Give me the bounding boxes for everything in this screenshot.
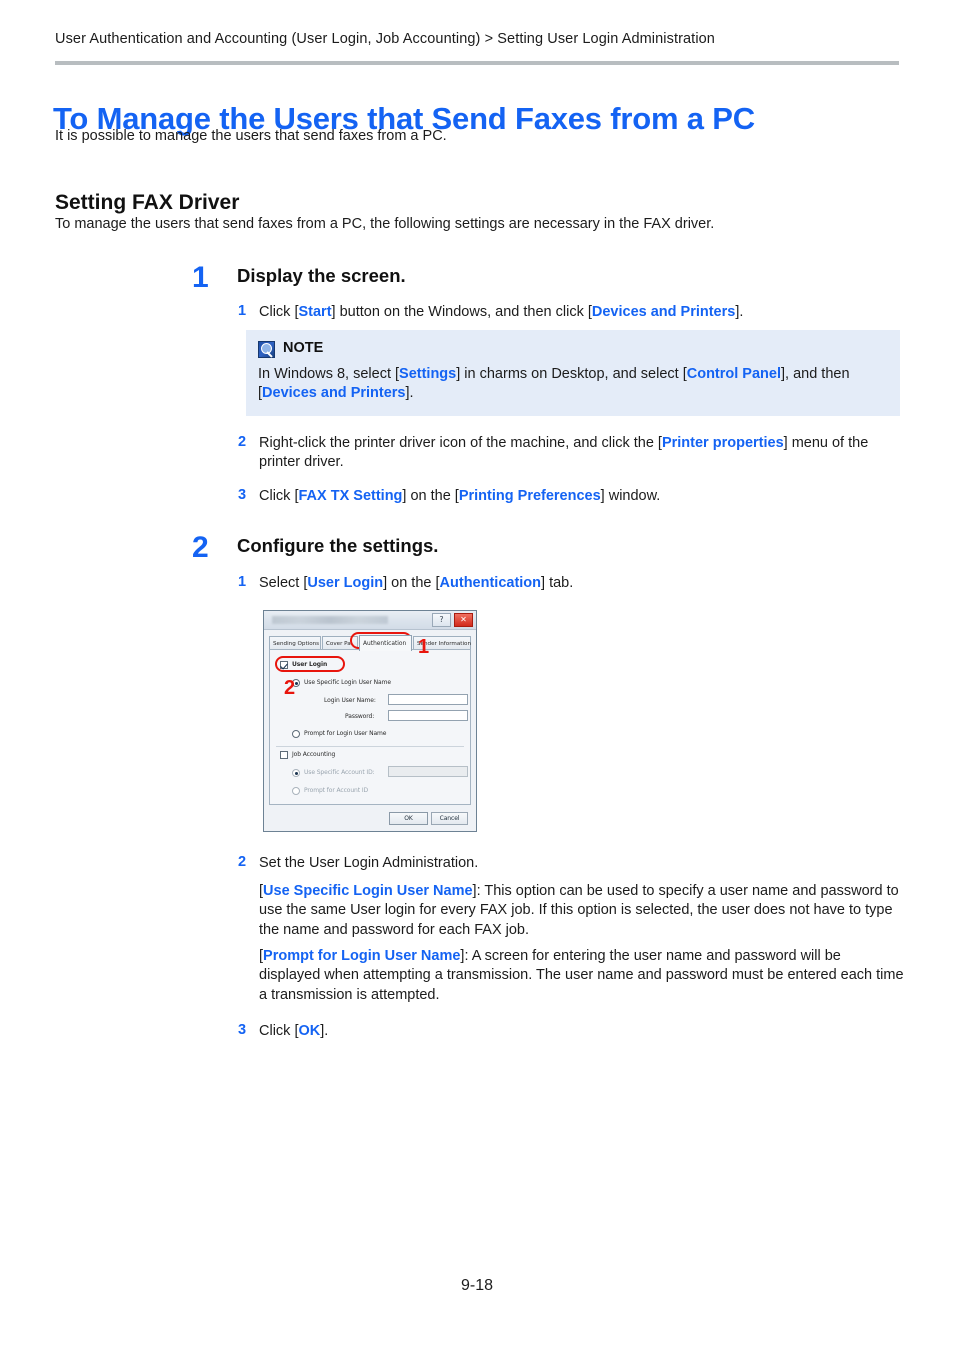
- section-heading: Setting FAX Driver: [55, 191, 240, 215]
- step-2-sub-2-lead: Set the User Login Administration.: [259, 855, 479, 871]
- step-2-sub-2-number: 2: [238, 854, 247, 870]
- prompt-for-account-id-label: Prompt for Account ID: [304, 787, 369, 794]
- annotation-number-1: 1: [418, 636, 430, 658]
- page-intro: It is possible to manage the users that …: [55, 128, 447, 144]
- user-login-checkbox[interactable]: [280, 661, 288, 669]
- step-2-number: 2: [192, 531, 209, 564]
- step-1-title: Display the screen.: [237, 265, 406, 286]
- step-1-sub-2-number: 2: [238, 434, 247, 450]
- password-label: Password:: [345, 713, 375, 720]
- header-divider: [55, 61, 899, 65]
- step-1-sub-3-text: Click [FAX TX Setting] on the [Printing …: [259, 488, 661, 504]
- step-2-sub-1-number: 1: [238, 574, 247, 590]
- dialog-cancel-button[interactable]: Cancel: [431, 812, 468, 825]
- dialog-title-text: [272, 616, 388, 624]
- prompt-for-login-user-name-radio[interactable]: [292, 730, 300, 738]
- login-user-name-label: Login User Name:: [324, 697, 376, 704]
- dialog-separator: [276, 746, 464, 747]
- job-accounting-label: Job Accounting: [292, 751, 336, 758]
- dialog-titlebar: ? ✕: [264, 611, 476, 630]
- step-1-sub-2-text: Right-click the printer driver icon of t…: [259, 435, 869, 471]
- step-2-sub-3-text: Click [OK].: [259, 1023, 329, 1039]
- prompt-for-account-id-radio[interactable]: [292, 787, 300, 795]
- job-accounting-checkbox[interactable]: [280, 751, 288, 759]
- step-2-sub-3-number: 3: [238, 1022, 247, 1038]
- use-specific-account-id-label: Use Specific Account ID:: [304, 769, 375, 776]
- password-input[interactable]: [388, 710, 468, 721]
- section-description: To manage the users that send faxes from…: [55, 216, 715, 232]
- tab-authentication[interactable]: Authentication: [359, 635, 412, 651]
- document-page: User Authentication and Accounting (User…: [0, 0, 954, 1350]
- breadcrumb: User Authentication and Accounting (User…: [55, 31, 715, 47]
- dialog-ok-button[interactable]: OK: [389, 812, 428, 825]
- note-body: In Windows 8, select [Settings] in charm…: [258, 366, 850, 402]
- note-title: NOTE: [283, 340, 324, 356]
- step-1-sub-3-number: 3: [238, 487, 247, 503]
- login-user-name-input[interactable]: [388, 694, 468, 705]
- step-1-sub-1-number: 1: [238, 303, 247, 319]
- step-2-title: Configure the settings.: [237, 535, 439, 556]
- note-box: NOTE In Windows 8, select [Settings] in …: [246, 330, 900, 416]
- step-2-sub-2-para-2: [Prompt for Login User Name]: A screen f…: [259, 948, 904, 1003]
- fax-tx-setting-dialog-screenshot: ? ✕ Sending Options Cover Pa Authenticat…: [263, 610, 477, 832]
- use-specific-account-id-radio[interactable]: [292, 769, 300, 777]
- dialog-close-button[interactable]: ✕: [454, 613, 473, 627]
- tab-sending-options[interactable]: Sending Options: [269, 636, 321, 650]
- note-magnifier-icon: [258, 341, 275, 358]
- account-id-input[interactable]: [388, 766, 468, 777]
- dialog-body: Sending Options Cover Pa Authentication …: [264, 630, 476, 831]
- user-login-label: User Login: [292, 661, 328, 668]
- dialog-help-button[interactable]: ?: [432, 613, 451, 627]
- use-specific-login-user-name-label: Use Specific Login User Name: [304, 679, 391, 686]
- prompt-for-login-user-name-label: Prompt for Login User Name: [304, 730, 387, 737]
- step-2-sub-1-text: Select [User Login] on the [Authenticati…: [259, 575, 574, 591]
- dialog-tabstrip: Sending Options Cover Pa Authentication …: [269, 635, 471, 651]
- step-2-sub-2-para-1: [Use Specific Login User Name]: This opt…: [259, 883, 899, 938]
- dialog-tabpanel-authentication: User Login Use Specific Login User Name …: [269, 649, 471, 805]
- tab-cover-page[interactable]: Cover Pa: [322, 636, 358, 650]
- step-1-number: 1: [192, 261, 209, 294]
- annotation-number-2: 2: [284, 677, 296, 699]
- step-1-sub-1-text: Click [Start] button on the Windows, and…: [259, 304, 744, 320]
- page-footer: 9-18: [460, 1277, 494, 1294]
